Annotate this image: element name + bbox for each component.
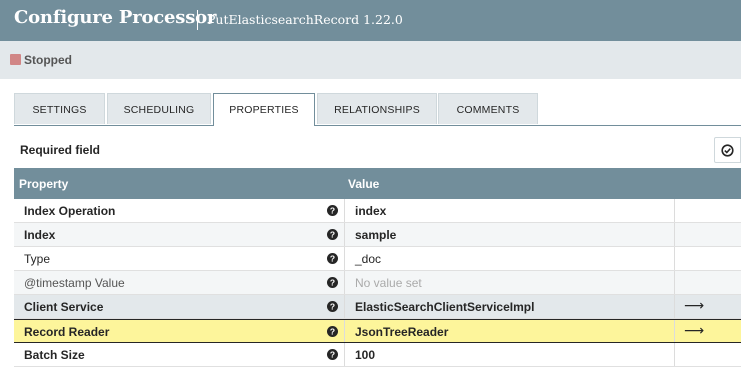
property-row-index[interactable]: Index ? sample bbox=[14, 223, 741, 247]
column-divider bbox=[344, 247, 345, 270]
value-column-header[interactable]: Value bbox=[348, 177, 379, 191]
column-divider bbox=[674, 271, 675, 294]
property-row-index-operation[interactable]: Index Operation ? index bbox=[14, 199, 741, 223]
help-icon[interactable]: ? bbox=[327, 301, 338, 312]
tab-scheduling[interactable]: SCHEDULING bbox=[107, 93, 211, 124]
property-name: Batch Size bbox=[24, 348, 85, 362]
tab-relationships[interactable]: RELATIONSHIPS bbox=[317, 93, 437, 124]
help-icon[interactable]: ? bbox=[327, 205, 338, 216]
column-divider bbox=[674, 320, 675, 342]
svg-text:?: ? bbox=[330, 278, 335, 288]
property-value[interactable]: sample bbox=[355, 228, 396, 242]
tab-comments[interactable]: COMMENTS bbox=[438, 93, 538, 124]
property-row-client-service[interactable]: Client Service ? ElasticSearchClientServ… bbox=[14, 295, 741, 319]
stopped-icon bbox=[10, 54, 21, 65]
help-icon[interactable]: ? bbox=[327, 229, 338, 240]
property-name: Client Service bbox=[24, 300, 104, 314]
property-value[interactable]: 100 bbox=[355, 348, 375, 362]
tab-properties[interactable]: PROPERTIES bbox=[213, 93, 315, 126]
property-row-timestamp-value[interactable]: @timestamp Value ? No value set bbox=[14, 271, 741, 295]
dialog-title: Configure Processor bbox=[14, 7, 217, 28]
help-icon[interactable]: ? bbox=[327, 253, 338, 264]
go-to-service-arrow-icon[interactable]: ⟶ bbox=[684, 323, 704, 339]
column-divider bbox=[674, 199, 675, 222]
column-divider bbox=[344, 295, 345, 318]
help-icon[interactable]: ? bbox=[327, 326, 338, 337]
property-row-type[interactable]: Type ? _doc bbox=[14, 247, 741, 271]
svg-text:?: ? bbox=[330, 327, 335, 337]
column-divider bbox=[674, 295, 675, 318]
property-name: Type bbox=[24, 252, 51, 266]
property-name: Index bbox=[24, 228, 56, 242]
svg-text:?: ? bbox=[330, 302, 335, 312]
processor-type-label: PutElasticsearchRecord 1.22.0 bbox=[207, 12, 403, 27]
svg-text:?: ? bbox=[330, 350, 335, 360]
dialog-header: Configure Processor PutElasticsearchReco… bbox=[0, 0, 741, 41]
property-name: @timestamp Value bbox=[24, 276, 125, 290]
column-divider bbox=[674, 223, 675, 246]
property-value[interactable]: _doc bbox=[355, 252, 381, 266]
property-name: Index Operation bbox=[24, 204, 116, 218]
column-divider bbox=[344, 199, 345, 222]
svg-text:?: ? bbox=[330, 254, 335, 264]
check-circle-icon bbox=[721, 144, 734, 157]
title-separator bbox=[197, 10, 198, 30]
column-divider bbox=[674, 247, 675, 270]
column-divider bbox=[344, 223, 345, 246]
column-divider bbox=[344, 343, 345, 366]
required-field-label: Required field bbox=[20, 143, 101, 157]
property-column-header[interactable]: Property bbox=[19, 177, 68, 191]
property-value[interactable]: ElasticSearchClientServiceImpl bbox=[355, 300, 534, 314]
status-bar: Stopped bbox=[0, 41, 741, 79]
tab-settings[interactable]: SETTINGS bbox=[14, 93, 105, 124]
svg-text:?: ? bbox=[330, 230, 335, 240]
column-divider bbox=[344, 271, 345, 294]
property-row-batch-size[interactable]: Batch Size ? 100 bbox=[14, 343, 741, 367]
property-name: Record Reader bbox=[24, 325, 110, 339]
column-divider bbox=[674, 343, 675, 366]
property-value[interactable]: JsonTreeReader bbox=[355, 325, 448, 339]
property-row-record-reader[interactable]: Record Reader ? JsonTreeReader ⟶ bbox=[14, 319, 741, 343]
grid-header: Property Value bbox=[14, 168, 741, 199]
properties-grid: Property Value Index Operation ? index I… bbox=[14, 168, 741, 367]
property-value[interactable]: index bbox=[355, 204, 386, 218]
property-value-placeholder[interactable]: No value set bbox=[355, 276, 422, 290]
go-to-service-arrow-icon[interactable]: ⟶ bbox=[684, 298, 704, 314]
help-icon[interactable]: ? bbox=[327, 277, 338, 288]
help-icon[interactable]: ? bbox=[327, 349, 338, 360]
svg-text:?: ? bbox=[330, 206, 335, 216]
status-label: Stopped bbox=[24, 53, 72, 67]
column-divider bbox=[344, 320, 345, 342]
verify-properties-button[interactable] bbox=[714, 137, 741, 163]
tab-bar: SETTINGS SCHEDULING PROPERTIES RELATIONS… bbox=[14, 93, 741, 126]
